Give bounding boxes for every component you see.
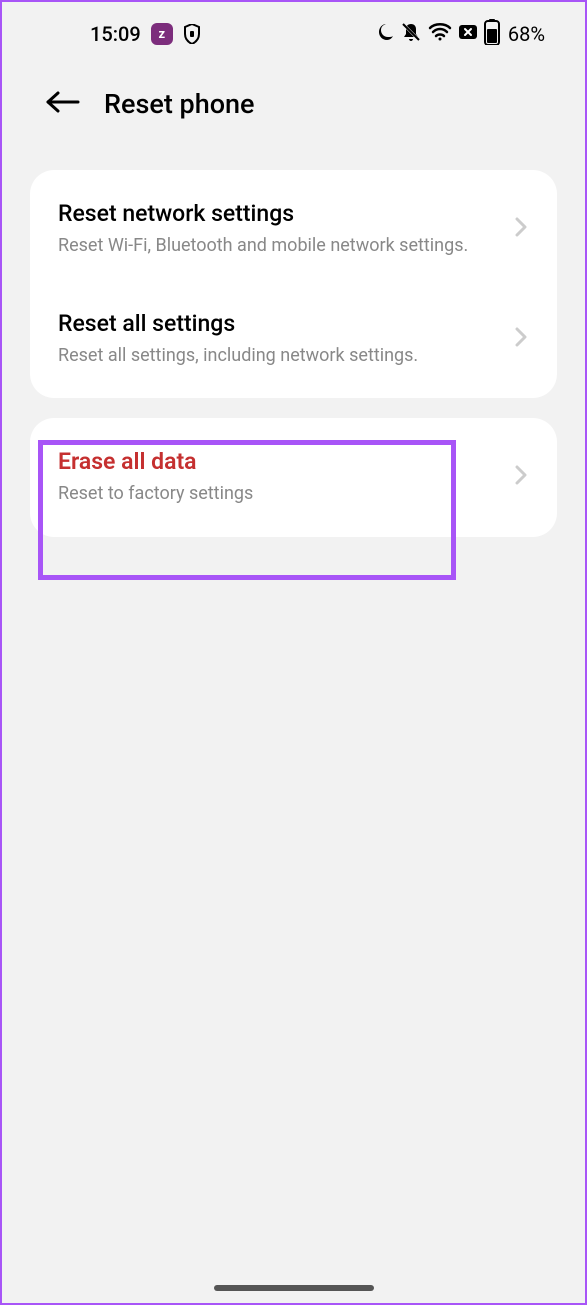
list-item-title: Erase all data xyxy=(58,448,499,475)
chevron-right-icon xyxy=(515,215,529,243)
list-item-subtitle: Reset all settings, including network se… xyxy=(58,343,499,368)
list-item-subtitle: Reset to factory settings xyxy=(58,481,499,506)
reset-all-settings-item[interactable]: Reset all settings Reset all settings, i… xyxy=(30,284,557,394)
reset-network-settings-item[interactable]: Reset network settings Reset Wi-Fi, Blue… xyxy=(30,174,557,284)
list-item-title: Reset all settings xyxy=(58,310,499,337)
wifi-icon xyxy=(428,22,452,46)
moon-icon xyxy=(374,22,394,46)
erase-all-data-item[interactable]: Erase all data Reset to factory settings xyxy=(30,422,557,532)
chevron-right-icon xyxy=(515,463,529,491)
battery-percent: 68% xyxy=(508,22,545,46)
chevron-right-icon xyxy=(515,325,529,353)
list-item-subtitle: Reset Wi-Fi, Bluetooth and mobile networ… xyxy=(58,233,499,258)
status-time: 15:09 xyxy=(90,22,141,46)
list-item-content: Erase all data Reset to factory settings xyxy=(58,448,499,506)
battery-icon xyxy=(484,19,500,49)
page-header: Reset phone xyxy=(2,58,585,150)
status-bar: 15:09 z xyxy=(2,2,585,58)
list-item-title: Reset network settings xyxy=(58,200,499,227)
list-item-content: Reset all settings Reset all settings, i… xyxy=(58,310,499,368)
settings-group-2: Erase all data Reset to factory settings xyxy=(30,418,557,536)
list-item-content: Reset network settings Reset Wi-Fi, Blue… xyxy=(58,200,499,258)
settings-group-1: Reset network settings Reset Wi-Fi, Blue… xyxy=(30,170,557,398)
status-right: 68% xyxy=(374,19,545,49)
page-title: Reset phone xyxy=(104,88,255,120)
shield-icon xyxy=(183,24,201,44)
bell-mute-icon xyxy=(400,21,422,47)
app-badge-z-icon: z xyxy=(151,23,173,45)
home-indicator[interactable] xyxy=(214,1285,374,1291)
back-arrow-icon[interactable] xyxy=(44,90,80,118)
status-left: 15:09 z xyxy=(90,22,201,46)
close-box-icon xyxy=(458,22,478,46)
